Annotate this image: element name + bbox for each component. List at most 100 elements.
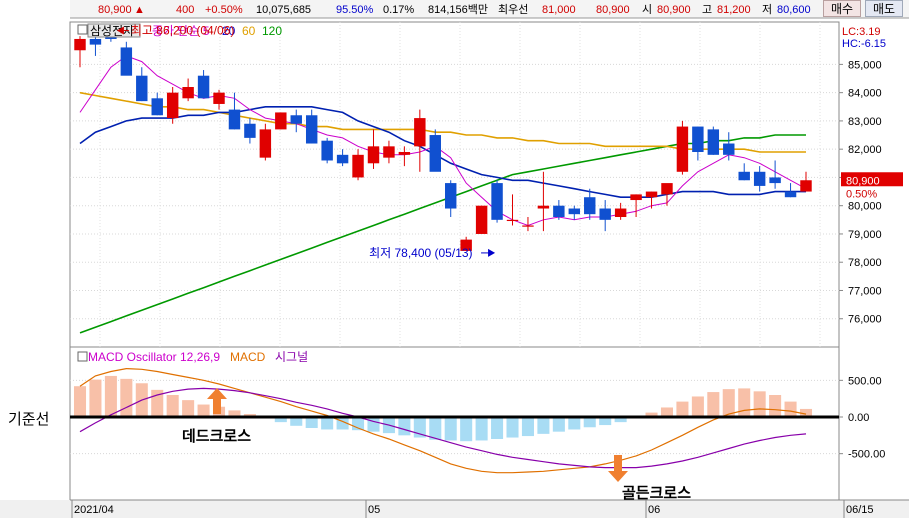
macd-osc-bar	[321, 417, 334, 430]
macd-osc-bar	[552, 417, 565, 432]
candle-body	[475, 205, 488, 234]
candle-body	[352, 154, 364, 178]
macd-osc-bar	[475, 417, 488, 441]
quote-price: 80,900	[98, 4, 132, 16]
max-label: 최고 86,200 (04/06)	[131, 23, 234, 37]
quote-best-ask: 81,000	[542, 4, 576, 16]
lc-label: LC:3.19	[842, 26, 881, 38]
hc-label: HC:-6.15	[842, 38, 886, 50]
candle-body	[445, 183, 457, 209]
candle-body	[614, 208, 627, 217]
golden-cross-label: 골든크로스	[622, 485, 691, 502]
candle-body	[553, 205, 565, 217]
candle-body	[753, 171, 766, 186]
legend-signal: 시그널	[275, 350, 308, 364]
candle-body	[166, 92, 179, 119]
candle-body	[537, 205, 550, 209]
candle-body	[259, 129, 272, 158]
candle-body	[89, 38, 102, 45]
macd-ytick-label: -500.00	[848, 449, 885, 461]
candle-body	[506, 219, 519, 222]
candle-body	[305, 115, 318, 144]
candle-body	[120, 47, 133, 76]
legend-macd-osc: MACD Oscillator 12,26,9	[88, 350, 220, 364]
candle-body	[429, 135, 441, 172]
quote-high-label: 고	[702, 4, 712, 16]
macd-osc-bar	[676, 401, 689, 417]
price-ytick-label: 79,000	[848, 229, 882, 241]
candle-body	[784, 191, 797, 198]
candle-body	[676, 126, 689, 172]
macd-osc-bar	[769, 395, 782, 417]
macd-osc-bar	[182, 400, 195, 417]
quote-change: 400	[176, 4, 194, 16]
candle-body	[599, 208, 611, 220]
candle-body	[244, 123, 256, 138]
macd-osc-bar	[583, 417, 596, 428]
macd-osc-bar	[120, 378, 133, 417]
macd-osc-bar	[429, 417, 442, 440]
price-ytick-label: 82,000	[848, 144, 882, 156]
candle-body	[228, 109, 241, 130]
candle-body	[336, 154, 349, 164]
dead-cross-label: 데드크로스	[182, 428, 251, 445]
candle-body	[151, 98, 163, 116]
quote-high: 81,200	[717, 4, 751, 16]
candle-body	[661, 183, 673, 195]
price-ytick-label: 80,000	[848, 201, 882, 213]
sell-button[interactable]: 매도	[865, 0, 903, 17]
macd-osc-bar	[738, 388, 751, 417]
candle-body	[568, 208, 581, 215]
quote-best-label: 최우선	[498, 3, 528, 16]
candle-body	[213, 92, 225, 104]
baseline-label: 기준선	[8, 411, 50, 428]
candle-body	[383, 146, 395, 158]
candle-body	[645, 191, 658, 198]
last-pct-label: 0.50%	[846, 188, 877, 200]
candle-body	[491, 183, 503, 220]
quote-change-pct: +0.50%	[205, 4, 243, 16]
x-tick-label: 05	[368, 504, 380, 516]
legend-ma120: 120	[262, 24, 282, 38]
legend-ma60: 60	[242, 24, 256, 38]
macd-osc-bar	[691, 396, 704, 417]
candle-body	[584, 197, 596, 215]
legend-macd: MACD	[230, 350, 266, 364]
price-ytick-label: 77,000	[848, 285, 882, 297]
candle-body	[290, 115, 302, 124]
macd-osc-bar	[568, 417, 581, 430]
candle-body	[136, 75, 148, 102]
macd-osc-bar	[506, 417, 519, 438]
macd-osc-bar	[166, 395, 179, 417]
x-tick-label: 2021/04	[74, 504, 114, 516]
macd-osc-bar	[753, 391, 766, 417]
macd-osc-bar	[104, 375, 117, 417]
buy-button[interactable]: 매수	[823, 0, 861, 17]
min-label: 최저 78,400 (05/13)	[369, 246, 472, 260]
stock-name: 삼성전자	[90, 24, 134, 38]
macd-osc-bar	[460, 417, 473, 442]
macd-ytick-label: 0.00	[848, 412, 869, 424]
quote-turnover-pct: 0.17%	[383, 4, 414, 16]
quote-low: 80,600	[777, 4, 811, 16]
x-axis-bar	[0, 500, 909, 518]
candle-body	[197, 75, 210, 99]
candle-body	[321, 140, 333, 161]
macd-osc-bar	[784, 401, 797, 417]
price-ytick-label: 78,000	[848, 257, 882, 269]
candle-body	[367, 146, 380, 164]
quote-amount: 814,156백만	[428, 3, 488, 16]
price-ytick-label: 84,000	[848, 88, 882, 100]
macd-osc-bar	[521, 417, 534, 437]
candle-body	[769, 177, 781, 184]
candle-body	[414, 118, 426, 147]
candle-body	[398, 152, 411, 155]
quote-open-label: 시	[642, 4, 652, 16]
price-ytick-label: 76,000	[848, 314, 882, 326]
candle-body	[800, 180, 812, 192]
macd-osc-bar	[444, 417, 457, 441]
macd-osc-bar	[537, 417, 550, 434]
macd-osc-bar	[707, 392, 720, 417]
macd-osc-bar	[73, 386, 87, 417]
macd-osc-bar	[367, 417, 380, 432]
